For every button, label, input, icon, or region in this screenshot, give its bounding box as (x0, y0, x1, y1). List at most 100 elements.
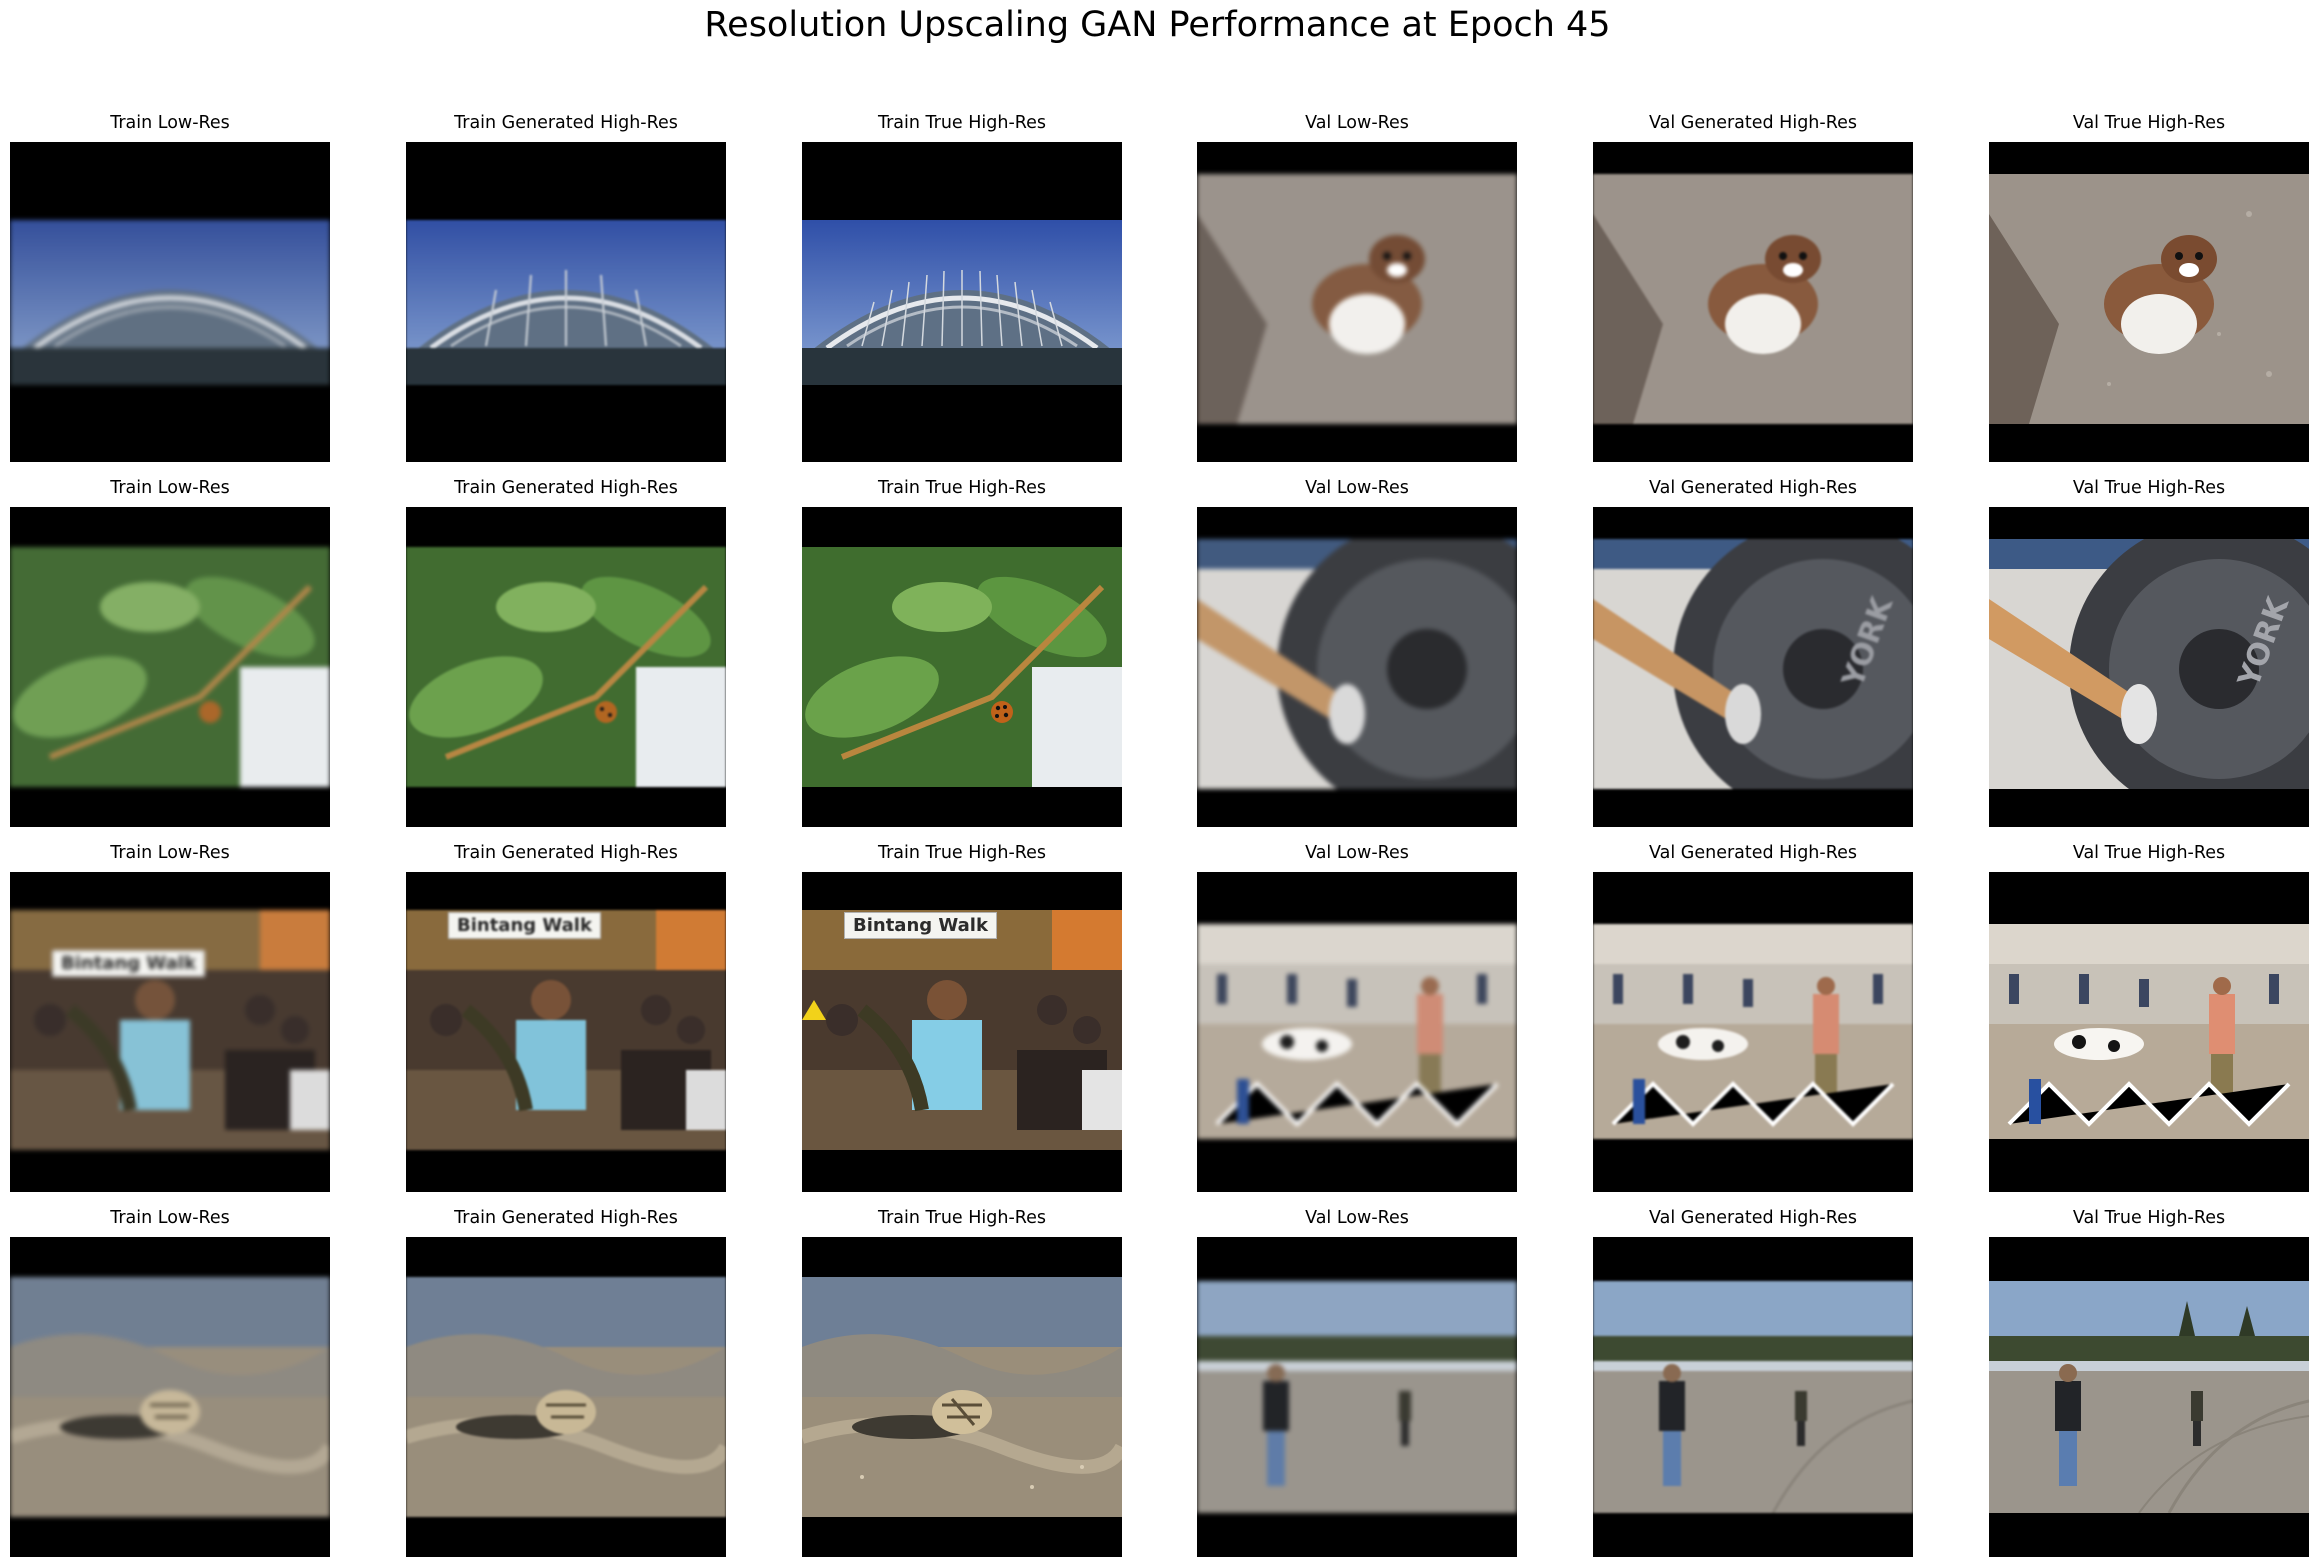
image-panel (1197, 1237, 1517, 1557)
cell-r2-c1: Train Low-Res (10, 477, 330, 827)
panel-title: Val True High-Res (2072, 113, 2226, 133)
cell-r3-c6: Val True High-Res (1989, 842, 2309, 1192)
image-panel (1197, 872, 1517, 1192)
domed-building-photo (406, 220, 726, 385)
man-walking-photo (1593, 1281, 1913, 1513)
ladybug-leaves-photo (10, 547, 330, 787)
cell-r4-c1: Train Low-Res (10, 1207, 330, 1557)
panel-title: Val Low-Res (1305, 1208, 1409, 1228)
panel-title: Train Low-Res (110, 1208, 230, 1228)
domed-building-photo (10, 220, 330, 385)
domed-building-photo (802, 220, 1122, 385)
seashell-sand-photo (10, 1277, 330, 1517)
panel-title: Train True High-Res (877, 113, 1047, 133)
panel-title: Val True High-Res (2072, 1208, 2226, 1228)
image-panel: Bintang Walk (802, 872, 1122, 1192)
image-panel (406, 142, 726, 462)
dog-show-photo (1197, 924, 1517, 1139)
cell-r4-c5: Val Generated High-Res (1593, 1207, 1913, 1557)
cell-r4-c6: Val True High-Res (1989, 1207, 2309, 1557)
cell-r1-c1: Train Low-Res (10, 112, 330, 462)
panel-title: Val Low-Res (1305, 478, 1409, 498)
image-panel (406, 1237, 726, 1557)
woman-snake-photo: Bintang Walk (406, 910, 726, 1150)
ladybug-leaves-photo (406, 547, 726, 787)
panel-title: Train Low-Res (110, 113, 230, 133)
cell-r3-c1: Train Low-Res Bintang Walk (10, 842, 330, 1192)
image-panel (1593, 142, 1913, 462)
image-panel (10, 142, 330, 462)
image-panel (1989, 142, 2309, 462)
stoat-photo (1197, 174, 1517, 424)
image-panel: YORK (1989, 507, 2309, 827)
image-panel (406, 507, 726, 827)
cell-r1-c4: Val Low-Res (1197, 112, 1517, 462)
panel-title: Train True High-Res (877, 843, 1047, 863)
image-panel (1989, 872, 2309, 1192)
figure-title: Resolution Upscaling GAN Performance at … (704, 5, 1611, 45)
image-panel (1989, 1237, 2309, 1557)
cell-r2-c6: Val True High-Res YORK (1989, 477, 2309, 827)
image-panel: YORK (1593, 507, 1913, 827)
cell-r2-c3: Train True High-Res (802, 477, 1122, 827)
cell-r3-c4: Val Low-Res (1197, 842, 1517, 1192)
cell-r1-c2: Train Generated High-Res (406, 112, 726, 462)
cell-r1-c5: Val Generated High-Res (1593, 112, 1913, 462)
cell-r1-c3: Train True High-Res (802, 112, 1122, 462)
cell-r3-c3: Train True High-Res Bintang Walk (802, 842, 1122, 1192)
man-walking-photo (1989, 1281, 2309, 1513)
image-panel (1593, 1237, 1913, 1557)
woman-snake-photo: Bintang Walk (802, 910, 1122, 1150)
woman-snake-photo: Bintang Walk (10, 910, 330, 1150)
panel-title: Val True High-Res (2072, 843, 2226, 863)
image-panel (1593, 872, 1913, 1192)
cell-r3-c5: Val Generated High-Res (1593, 842, 1913, 1192)
seashell-sand-photo (406, 1277, 726, 1517)
panel-title: Val True High-Res (2072, 478, 2226, 498)
panel-title: Train Low-Res (110, 843, 230, 863)
panel-title: Val Low-Res (1305, 113, 1409, 133)
panel-title: Val Generated High-Res (1649, 1208, 1857, 1228)
cell-r2-c2: Train Generated High-Res (406, 477, 726, 827)
stoat-photo (1593, 174, 1913, 424)
panel-title: Train Generated High-Res (454, 478, 678, 498)
panel-title: Train Generated High-Res (454, 113, 678, 133)
stoat-photo (1989, 174, 2309, 424)
cell-r4-c3: Train True High-Res (802, 1207, 1122, 1557)
barbell-plate-photo: YORK (1989, 539, 2309, 789)
ladybug-leaves-photo (802, 547, 1122, 787)
cell-r2-c4: Val Low-Res (1197, 477, 1517, 827)
street-sign-text: Bintang Walk (844, 912, 997, 939)
panel-title: Val Generated High-Res (1649, 843, 1857, 863)
image-panel (10, 1237, 330, 1557)
panel-title: Val Generated High-Res (1649, 478, 1857, 498)
image-panel (802, 507, 1122, 827)
man-walking-photo (1197, 1281, 1517, 1513)
panel-title: Val Low-Res (1305, 843, 1409, 863)
image-panel (802, 1237, 1122, 1557)
cell-r4-c4: Val Low-Res (1197, 1207, 1517, 1557)
image-panel (1197, 507, 1517, 827)
panel-title: Train Low-Res (110, 478, 230, 498)
barbell-plate-photo (1197, 539, 1517, 789)
image-panel (802, 142, 1122, 462)
image-panel: Bintang Walk (10, 872, 330, 1192)
panel-title: Train Generated High-Res (454, 843, 678, 863)
barbell-plate-photo: YORK (1593, 539, 1913, 789)
cell-r4-c2: Train Generated High-Res (406, 1207, 726, 1557)
cell-r3-c2: Train Generated High-Res Bintang Walk (406, 842, 726, 1192)
street-sign-text: Bintang Walk (448, 912, 601, 939)
image-panel (10, 507, 330, 827)
street-sign-text: Bintang Walk (52, 950, 205, 977)
cell-r2-c5: Val Generated High-Res YORK (1593, 477, 1913, 827)
dog-show-photo (1989, 924, 2309, 1139)
dog-show-photo (1593, 924, 1913, 1139)
seashell-sand-photo (802, 1277, 1122, 1517)
panel-title: Train True High-Res (877, 1208, 1047, 1228)
panel-title: Val Generated High-Res (1649, 113, 1857, 133)
cell-r1-c6: Val True High-Res (1989, 112, 2309, 462)
panel-title: Train Generated High-Res (454, 1208, 678, 1228)
panel-title: Train True High-Res (877, 478, 1047, 498)
image-panel: Bintang Walk (406, 872, 726, 1192)
image-panel (1197, 142, 1517, 462)
